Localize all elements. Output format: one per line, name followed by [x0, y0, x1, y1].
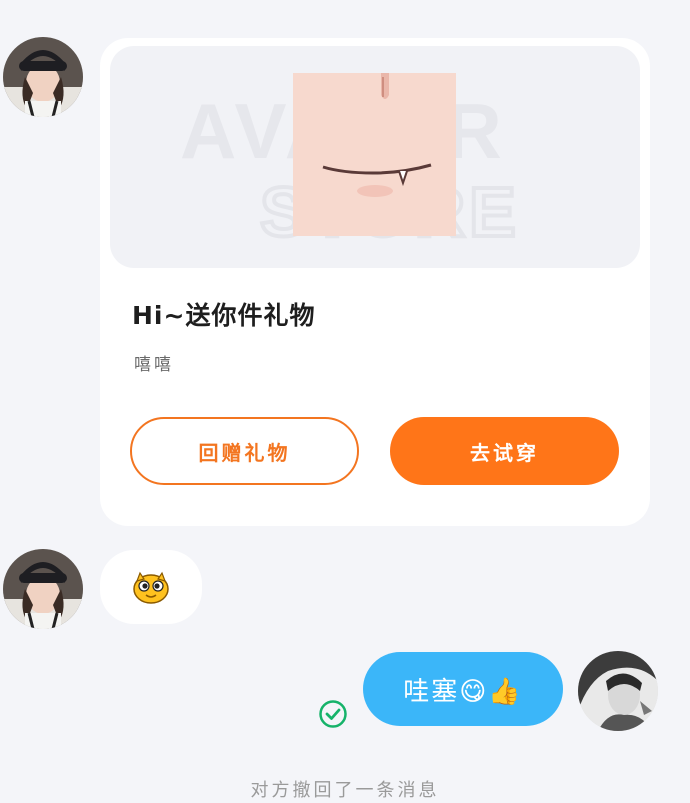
incoming-sticker-bubble[interactable]	[100, 550, 202, 624]
outgoing-message-bubble[interactable]: 哇塞😋👍	[363, 652, 563, 726]
gift-card[interactable]: AVATAR STORE Hi~送你件礼物 嘻嘻 回赠礼物 去试穿	[100, 38, 650, 526]
sent-check-icon	[319, 700, 347, 728]
contact-avatar[interactable]	[3, 549, 83, 629]
contact-avatar[interactable]	[3, 37, 83, 117]
gift-card-title: Hi~送你件礼物	[132, 301, 316, 330]
self-avatar[interactable]	[578, 651, 658, 731]
return-gift-button[interactable]: 回赠礼物	[130, 417, 359, 485]
sticker-face-icon	[133, 571, 169, 604]
recall-notice: 对方撤回了一条消息	[250, 780, 440, 801]
gift-card-subtitle: 嘻嘻	[134, 355, 174, 375]
gift-banner: AVATAR STORE	[110, 46, 640, 268]
gift-item-image	[293, 73, 456, 236]
try-on-button[interactable]: 去试穿	[390, 417, 619, 485]
